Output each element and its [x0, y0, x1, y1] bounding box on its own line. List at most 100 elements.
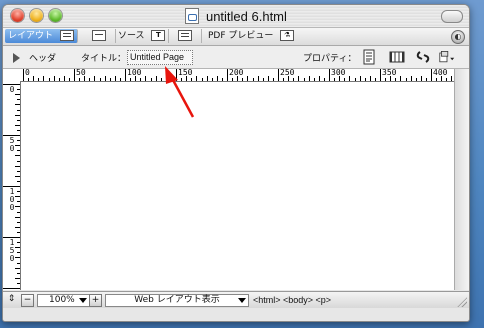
ruler-tick [38, 78, 39, 81]
layout-canvas[interactable] [21, 82, 455, 290]
html-document-icon [185, 8, 200, 24]
tab-source-split[interactable] [173, 29, 202, 43]
horizontal-ruler: 0 50 100 150 200 250 300 350 400 [20, 68, 458, 82]
ruler-tick [406, 78, 407, 81]
ruler-tick [17, 99, 20, 100]
ruler-label: 5 0 [9, 136, 15, 153]
ruler-tick [227, 69, 228, 81]
tab-pdf-preview[interactable]: PDF プレビュー ⚗ [205, 29, 297, 43]
ruler-tick [74, 69, 75, 81]
chevron-down-icon [79, 298, 87, 303]
ruler-tick [278, 69, 279, 81]
ruler-tick [273, 78, 274, 81]
tab-source[interactable]: ソース T [115, 29, 170, 43]
ruler-tick [17, 130, 20, 131]
ruler-tick [15, 278, 20, 279]
ruler-tick [304, 78, 305, 81]
ruler-tick [212, 78, 213, 81]
ruler-tick [15, 155, 20, 156]
ruler-tick [17, 150, 20, 151]
ruler-tick [334, 78, 335, 81]
updown-arrows-icon[interactable]: ⇕ [6, 294, 17, 305]
ruler-tick [375, 78, 376, 81]
ruler-label: 200 [229, 68, 244, 77]
title-bar[interactable]: untitled 6.html [3, 5, 469, 28]
resize-grip-icon[interactable] [457, 297, 467, 307]
ruler-tick [3, 288, 20, 289]
ruler-tick [283, 78, 284, 81]
view-tab-bar: レイアウト ソース T PDF プレビュー ⚗ ◐ [3, 28, 469, 46]
ruler-tick [166, 76, 167, 81]
ruler-tick [15, 268, 20, 269]
tab-layout-label: レイアウト [8, 31, 54, 41]
ruler-tick [79, 78, 80, 81]
ruler-tick [64, 76, 65, 81]
ruler-label: 1 0 0 [9, 187, 15, 212]
toolbar-toggle-button[interactable] [441, 10, 463, 23]
help-button[interactable]: ◐ [451, 30, 465, 44]
tab-pdf-preview-label: PDF プレビュー [208, 31, 274, 41]
zoom-out-button[interactable]: − [21, 294, 34, 307]
ruler-tick [263, 78, 264, 81]
ruler-tick [411, 76, 412, 81]
zoom-in-button[interactable]: + [89, 294, 102, 307]
film-media-icon[interactable] [389, 49, 405, 65]
ruler-tick [202, 78, 203, 81]
tag-breadcrumb[interactable]: <html> <body> <p> [253, 294, 331, 306]
title-label: タイトル： [81, 54, 127, 64]
ruler-tick [161, 78, 162, 81]
tab-layout[interactable]: レイアウト [5, 29, 78, 43]
ruler-tick [17, 212, 20, 213]
layout-view-icon [59, 30, 74, 41]
ruler-tick [309, 76, 310, 81]
view-mode-select[interactable]: Web レイアウト表示 [105, 294, 249, 307]
link-chain-icon[interactable] [415, 49, 431, 65]
page-properties-icon[interactable] [361, 49, 377, 65]
ruler-tick [232, 78, 233, 81]
ruler-tick [329, 69, 330, 81]
ruler-tick [217, 76, 218, 81]
ruler-tick [349, 76, 350, 81]
editor-window: untitled 6.html レイアウト ソース T PDF プレビュー ⚗ … [2, 4, 470, 322]
ruler-tick [207, 76, 208, 81]
ruler-tick [23, 69, 24, 81]
header-label: ヘッダ [29, 54, 57, 64]
ruler-label: 0 [9, 85, 15, 94]
script-menu-icon[interactable] [439, 49, 455, 65]
ruler-tick [89, 78, 90, 81]
ruler-tick [69, 78, 70, 81]
chevron-down-icon [238, 298, 246, 303]
tab-split[interactable] [87, 29, 116, 43]
pdf-preview-icon: ⚗ [280, 30, 295, 41]
ruler-tick [196, 76, 197, 81]
ruler-tick [370, 76, 371, 81]
ruler-tick [130, 78, 131, 81]
ruler-tick [17, 283, 20, 284]
ruler-tick [268, 76, 269, 81]
disclosure-triangle-icon[interactable] [13, 53, 20, 63]
ruler-tick [151, 78, 152, 81]
ruler-tick [17, 201, 20, 202]
ruler-tick [59, 78, 60, 81]
ruler-tick [380, 69, 381, 81]
ruler-tick [17, 232, 20, 233]
ruler-tick [120, 78, 121, 81]
document-header-bar: ヘッダ タイトル： Untitled Page プロパティ： [3, 46, 469, 69]
ruler-tick [395, 78, 396, 81]
ruler-tick [145, 76, 146, 81]
page-title-field[interactable]: Untitled Page [127, 50, 193, 65]
ruler-tick [156, 76, 157, 81]
vertical-scrollbar[interactable] [454, 69, 469, 290]
zoom-select[interactable]: 100% [37, 294, 90, 307]
ruler-tick [15, 217, 20, 218]
ruler-tick [258, 76, 259, 81]
ruler-tick [319, 76, 320, 81]
ruler-label: 100 [127, 68, 142, 77]
ruler-tick [43, 76, 44, 81]
ruler-tick [436, 78, 437, 81]
ruler-tick [105, 76, 106, 81]
zoom-value: 100% [49, 295, 75, 305]
ruler-tick [17, 171, 20, 172]
vertical-ruler: 0 5 0 1 0 0 1 5 0 [3, 82, 21, 290]
ruler-tick [15, 115, 20, 116]
